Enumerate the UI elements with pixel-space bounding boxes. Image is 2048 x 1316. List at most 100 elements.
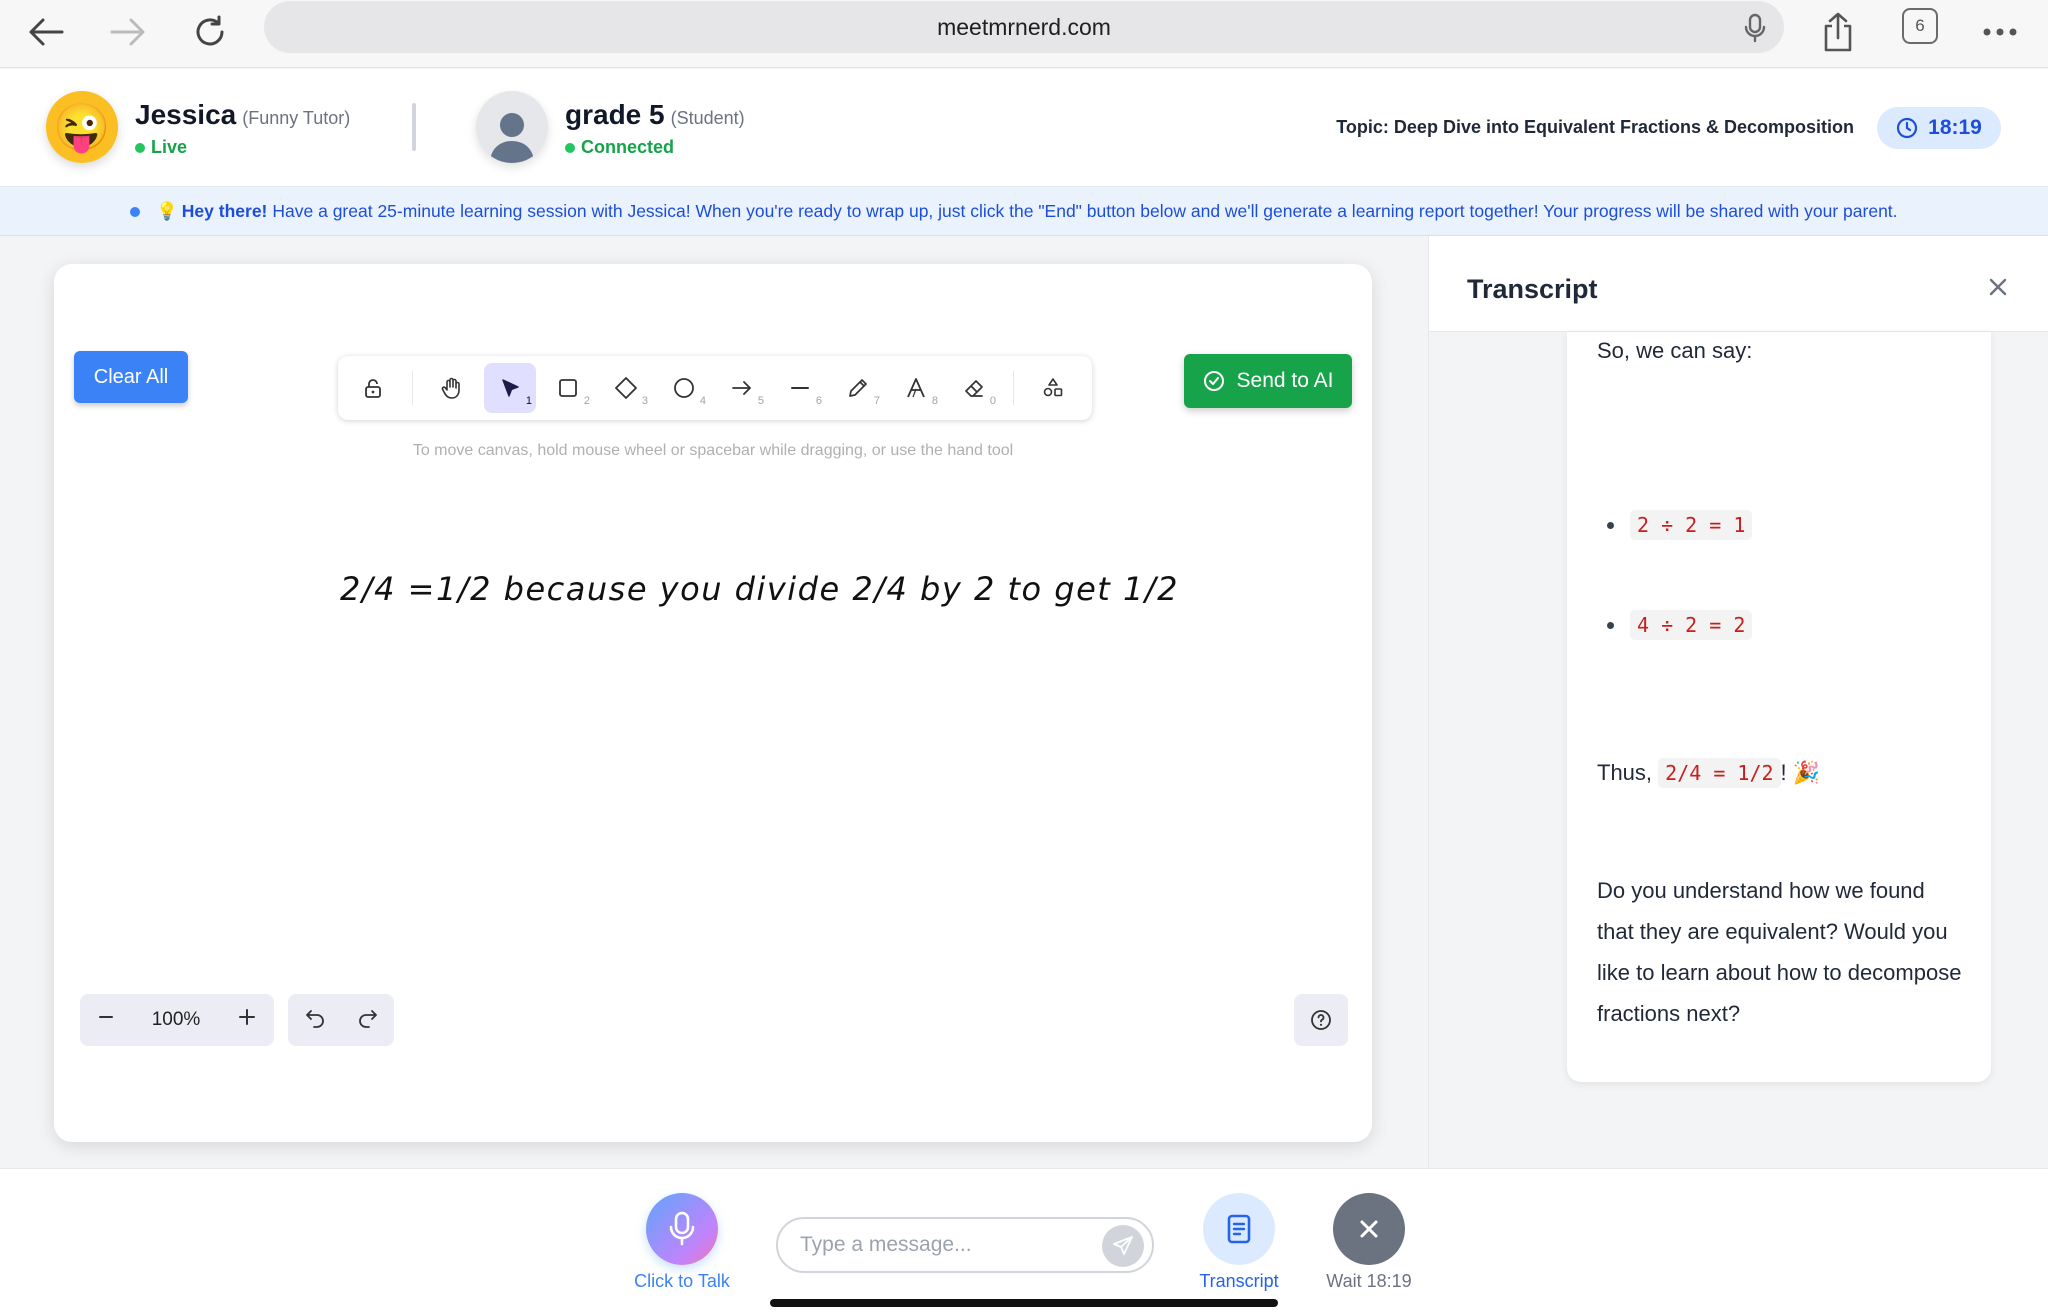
rectangle-icon <box>559 379 577 397</box>
tutor-avatar: 😜 <box>46 91 118 163</box>
person-icon <box>490 113 534 163</box>
whiteboard-canvas[interactable]: Clear All 1 2 3 4 5 6 7 8 0 Send to AI T… <box>54 264 1372 1142</box>
tutor-name: Jessica (Funny Tutor) <box>135 99 350 131</box>
zoom-in-icon[interactable] <box>238 1008 256 1032</box>
text-shortcut: 8 <box>931 395 938 407</box>
line-icon <box>791 387 809 389</box>
back-icon[interactable] <box>22 8 70 56</box>
arrow-tool[interactable]: 5 <box>716 363 768 413</box>
redo-icon[interactable] <box>357 1008 379 1033</box>
text-icon <box>907 378 925 398</box>
browser-toolbar: meetmrnerd.com 6 <box>0 0 2048 68</box>
timer-text: 18:19 <box>1928 116 1982 139</box>
help-button[interactable] <box>1294 994 1348 1046</box>
tutor-name-text: Jessica <box>135 99 237 130</box>
pencil-tool[interactable]: 7 <box>832 363 884 413</box>
share-icon[interactable] <box>1814 8 1862 56</box>
paper-plane-icon <box>1113 1236 1133 1255</box>
student-status: Connected <box>565 137 674 158</box>
diamond-icon <box>615 377 637 399</box>
shapes-library-tool[interactable] <box>1027 363 1079 413</box>
hand-tool[interactable] <box>426 363 478 413</box>
lightbulb-icon: 💡 <box>156 201 178 221</box>
cursor-arrow-icon <box>502 379 519 397</box>
talk-button[interactable] <box>646 1193 718 1265</box>
undo-icon[interactable] <box>304 1008 326 1033</box>
send-to-ai-button[interactable]: Send to AI <box>1184 354 1352 408</box>
more-icon[interactable] <box>1976 8 2024 56</box>
ellipse-tool[interactable]: 4 <box>658 363 710 413</box>
party-popper-icon: 🎉 <box>1792 760 1821 785</box>
address-bar[interactable]: meetmrnerd.com <box>264 1 1784 53</box>
zoom-level[interactable]: 100% <box>152 1009 201 1031</box>
list-item: 4 ÷ 2 = 2 <box>1607 610 1753 640</box>
message-input[interactable] <box>800 1233 1080 1257</box>
thus-text: Thus, <box>1597 760 1653 785</box>
send-message-button[interactable] <box>1102 1225 1144 1267</box>
close-icon[interactable] <box>1987 276 2009 303</box>
line-tool[interactable]: 6 <box>774 363 826 413</box>
lock-icon <box>365 379 381 398</box>
send-to-ai-label: Send to AI <box>1236 369 1334 392</box>
wait-label: Wait 18:19 <box>1326 1271 1412 1291</box>
eraser-icon <box>965 380 983 397</box>
circle-icon <box>674 378 694 398</box>
ellipse-shortcut: 4 <box>699 395 706 407</box>
canvas-hint: To move canvas, hold mouse wheel or spac… <box>412 442 1014 459</box>
message-field[interactable] <box>776 1217 1154 1273</box>
banner-text: Have a great 25-minute learning session … <box>272 201 1898 221</box>
end-session-button[interactable] <box>1333 1193 1405 1265</box>
bottom-controls: Click to Talk Transcript Wait 18:19 <box>0 1168 2048 1316</box>
rectangle-tool[interactable]: 2 <box>542 363 594 413</box>
zoom-out-icon[interactable] <box>98 1009 114 1031</box>
bullet-dot <box>1607 521 1614 529</box>
session-header: 😜 Jessica (Funny Tutor) Live grade 5 (Stud… <box>0 69 2048 187</box>
student-name-text: grade 5 <box>565 99 665 130</box>
microphone-icon <box>669 1211 695 1246</box>
text-tool[interactable]: 8 <box>890 363 942 413</box>
diamond-tool[interactable]: 3 <box>600 363 652 413</box>
document-icon <box>1227 1214 1251 1244</box>
banner-dot-icon <box>130 206 140 217</box>
tutor-role: (Funny Tutor) <box>242 108 351 128</box>
transcript-panel: Transcript So, we can say: 2 ÷ 2 = 1 4 ÷… <box>1428 236 2048 1168</box>
math-code: 2 ÷ 2 = 1 <box>1630 510 1753 540</box>
tabs-button[interactable]: 6 <box>1902 8 1938 44</box>
eraser-tool[interactable]: 0 <box>948 363 1000 413</box>
transcript-button[interactable] <box>1203 1193 1275 1265</box>
talk-label: Click to Talk <box>634 1271 730 1291</box>
student-role: (Student) <box>670 108 745 128</box>
select-tool[interactable]: 1 <box>484 363 536 413</box>
reload-icon[interactable] <box>186 8 234 56</box>
follow-up-question: Do you understand how we found that they… <box>1597 878 1962 1026</box>
header-divider <box>412 103 416 151</box>
info-banner: 💡 Hey there! Have a great 25-minute lear… <box>0 188 2048 236</box>
rectangle-shortcut: 2 <box>583 395 590 407</box>
tutor-message: So, we can say: 2 ÷ 2 = 1 4 ÷ 2 = 2 Thus… <box>1567 332 1991 1082</box>
microphone-icon[interactable] <box>1744 13 1766 49</box>
clear-all-button[interactable]: Clear All <box>74 351 188 403</box>
math-code: 2/4 = 1/2 <box>1658 758 1781 788</box>
transcript-title: Transcript <box>1467 274 1598 304</box>
lock-tool[interactable] <box>347 363 399 413</box>
url-text: meetmrnerd.com <box>937 13 1111 40</box>
handwritten-answer[interactable]: 2/4 =1/2 because you divide 2/4 by 2 to … <box>340 570 1179 608</box>
session-timer: 18:19 <box>1877 107 2001 149</box>
history-controls <box>288 994 394 1046</box>
shapes-icon <box>1043 378 1063 397</box>
toolbar-divider <box>412 371 413 405</box>
clock-icon <box>1897 117 1918 139</box>
pencil-icon <box>849 379 867 397</box>
forward-icon[interactable] <box>104 8 152 56</box>
home-indicator <box>770 1299 1278 1307</box>
live-dot-icon <box>135 142 145 153</box>
bullet-dot <box>1607 621 1614 629</box>
conclusion-line: Thus, 2/4 = 1/2! 🎉 <box>1597 758 1821 788</box>
pencil-shortcut: 7 <box>873 395 880 407</box>
tutor-status-text: Live <box>151 137 188 157</box>
math-code: 4 ÷ 2 = 2 <box>1630 610 1753 640</box>
connected-dot-icon <box>565 142 575 153</box>
message-line: So, we can say: <box>1597 338 1753 363</box>
question-circle-icon <box>1311 1010 1331 1030</box>
arrow-shortcut: 5 <box>757 395 764 407</box>
